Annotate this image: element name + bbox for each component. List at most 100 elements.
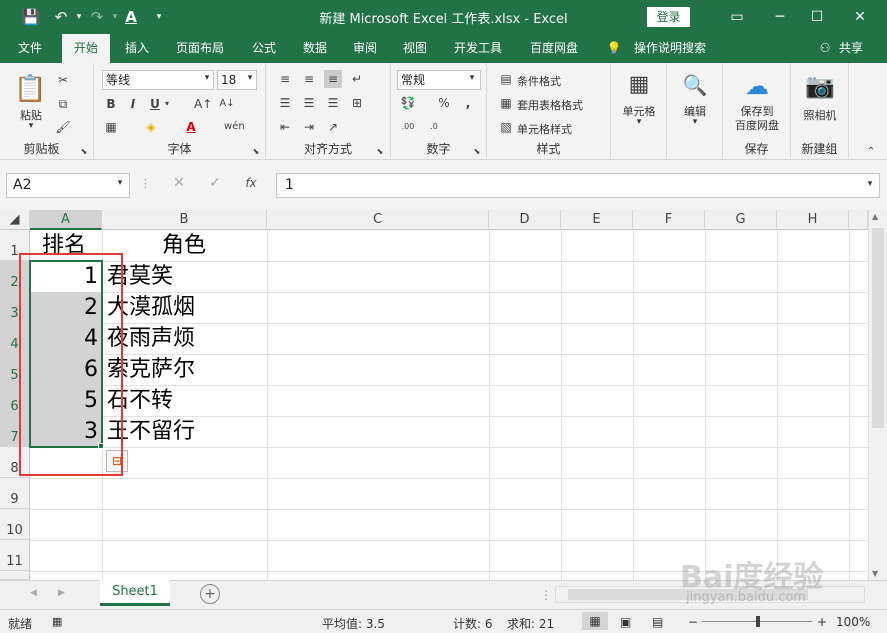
- tab-page-layout[interactable]: 页面布局: [168, 34, 232, 63]
- align-top-icon[interactable]: ≡: [276, 70, 294, 88]
- tab-split-grip-icon[interactable]: ⋮: [540, 588, 552, 602]
- row-header-11[interactable]: 11: [0, 540, 30, 571]
- select-all-corner[interactable]: ◢: [0, 210, 30, 230]
- increase-indent-icon[interactable]: ⇥: [300, 118, 318, 136]
- underline-dropdown-icon[interactable]: ▾: [162, 95, 172, 113]
- font-name-dropdown-icon[interactable]: ▾: [202, 73, 212, 83]
- name-box[interactable]: A2: [6, 173, 130, 198]
- macro-record-icon[interactable]: ▦: [52, 615, 62, 628]
- copy-icon[interactable]: ⧉: [54, 95, 72, 113]
- find-icon[interactable]: 🔍: [681, 71, 709, 99]
- ribbon-display-options-icon[interactable]: ▭: [725, 6, 749, 28]
- tab-file[interactable]: 文件: [8, 34, 52, 63]
- editing-dropdown-icon[interactable]: ▾: [689, 117, 701, 127]
- tab-home[interactable]: 开始: [62, 34, 110, 63]
- maximize-icon[interactable]: ☐: [805, 6, 829, 28]
- increase-font-icon[interactable]: A↑: [194, 95, 212, 113]
- save-to-baidu-line2[interactable]: 百度网盘: [727, 117, 787, 133]
- zoom-slider-thumb[interactable]: [756, 616, 760, 627]
- enter-icon[interactable]: ✓: [206, 175, 224, 191]
- cells-icon[interactable]: ▦: [625, 71, 653, 99]
- percent-icon[interactable]: %: [435, 94, 453, 112]
- fill-color-icon[interactable]: ◈: [142, 118, 160, 136]
- font-launcher-icon[interactable]: ⬊: [250, 143, 262, 161]
- expand-formula-bar-icon[interactable]: ▾: [864, 179, 876, 189]
- zoom-out-icon[interactable]: −: [688, 615, 698, 629]
- increase-decimal-icon[interactable]: .00: [399, 118, 417, 136]
- format-painter-icon[interactable]: 🖌: [54, 118, 72, 136]
- comma-icon[interactable]: ,: [459, 94, 477, 112]
- cell-b1[interactable]: 角色: [162, 230, 206, 261]
- cut-icon[interactable]: ✂: [54, 71, 72, 89]
- baidu-cloud-icon[interactable]: ☁: [742, 71, 772, 101]
- orientation-icon[interactable]: ↗: [324, 118, 342, 136]
- font-size-dropdown-icon[interactable]: ▾: [245, 73, 255, 83]
- align-bottom-icon[interactable]: ≡: [324, 70, 342, 88]
- decrease-decimal-icon[interactable]: .0: [425, 118, 443, 136]
- tab-data[interactable]: 数据: [293, 34, 337, 63]
- bold-icon[interactable]: B: [102, 95, 120, 113]
- share-button[interactable]: 共享: [834, 34, 868, 63]
- page-layout-view-icon[interactable]: ▣: [620, 615, 631, 629]
- tab-review[interactable]: 审阅: [343, 34, 387, 63]
- column-header-d[interactable]: D: [489, 210, 561, 230]
- scroll-down-icon[interactable]: ▼: [872, 569, 878, 578]
- column-header-b[interactable]: B: [102, 210, 267, 230]
- column-header-h[interactable]: H: [777, 210, 849, 230]
- column-header-g[interactable]: G: [705, 210, 777, 230]
- tab-insert[interactable]: 插入: [115, 34, 159, 63]
- cell-styles-button[interactable]: 单元格样式: [517, 121, 572, 137]
- tab-developer[interactable]: 开发工具: [446, 34, 510, 63]
- column-header-a[interactable]: A: [30, 210, 102, 230]
- page-break-view-icon[interactable]: ▤: [652, 615, 663, 629]
- vertical-scroll-thumb[interactable]: [872, 228, 884, 428]
- cell-styles-icon[interactable]: ▧: [497, 118, 515, 136]
- collapse-ribbon-icon[interactable]: ⌃: [862, 143, 880, 161]
- align-center-icon[interactable]: ☰: [300, 94, 318, 112]
- format-as-table-icon[interactable]: ▦: [497, 94, 515, 112]
- tab-baidu-netdisk[interactable]: 百度网盘: [522, 34, 586, 63]
- column-header-e[interactable]: E: [561, 210, 633, 230]
- number-launcher-icon[interactable]: ⬊: [471, 143, 483, 161]
- row-header-10[interactable]: 10: [0, 509, 30, 540]
- currency-icon[interactable]: 💱: [399, 94, 417, 112]
- phonetic-icon[interactable]: wén: [224, 118, 245, 136]
- conditional-format-icon[interactable]: ▤: [497, 70, 515, 88]
- decrease-indent-icon[interactable]: ⇤: [276, 118, 294, 136]
- conditional-format-button[interactable]: 条件格式: [517, 73, 561, 89]
- tab-view[interactable]: 视图: [393, 34, 437, 63]
- name-box-dropdown-icon[interactable]: ▾: [114, 178, 126, 188]
- cells-dropdown-icon[interactable]: ▾: [633, 117, 645, 127]
- wrap-text-icon[interactable]: ↵: [348, 70, 366, 88]
- align-middle-icon[interactable]: ≡: [300, 70, 318, 88]
- column-header-f[interactable]: F: [633, 210, 705, 230]
- decrease-font-icon[interactable]: A↓: [218, 95, 236, 113]
- camera-button[interactable]: 照相机: [793, 107, 847, 123]
- normal-view-icon[interactable]: ▦: [582, 612, 608, 630]
- format-as-table-button[interactable]: 套用表格格式: [517, 97, 583, 113]
- sheet-prev-icon[interactable]: ◀: [30, 588, 37, 598]
- login-button[interactable]: 登录: [647, 7, 690, 27]
- tab-formulas[interactable]: 公式: [242, 34, 286, 63]
- align-left-icon[interactable]: ☰: [276, 94, 294, 112]
- zoom-level[interactable]: 100%: [836, 615, 870, 629]
- border-icon[interactable]: ▦: [102, 118, 120, 136]
- camera-icon[interactable]: 📷: [805, 71, 835, 101]
- font-name-select[interactable]: 等线: [102, 70, 214, 90]
- add-sheet-icon[interactable]: +: [200, 584, 220, 604]
- number-format-dropdown-icon[interactable]: ▾: [467, 73, 477, 83]
- cancel-icon[interactable]: ✕: [170, 175, 188, 191]
- insert-function-button[interactable]: fx: [242, 176, 260, 190]
- merge-center-icon[interactable]: ⊞: [348, 94, 366, 112]
- tell-me-search[interactable]: 操作说明搜索: [628, 34, 712, 63]
- formula-input[interactable]: 1: [276, 173, 880, 198]
- clipboard-launcher-icon[interactable]: ⬊: [78, 143, 90, 161]
- sheet-next-icon[interactable]: ▶: [58, 588, 65, 598]
- worksheet-grid[interactable]: ◢ A B C D E F G H 1 2 3 4 5 6 7 8 9 10 1…: [0, 210, 887, 580]
- column-header-i[interactable]: [849, 210, 868, 230]
- paste-dropdown-icon[interactable]: ▾: [24, 121, 38, 131]
- vertical-scrollbar[interactable]: ▲ ▼: [868, 210, 887, 580]
- italic-icon[interactable]: I: [124, 95, 142, 113]
- row-header-9[interactable]: 9: [0, 478, 30, 509]
- close-icon[interactable]: ✕: [848, 6, 872, 28]
